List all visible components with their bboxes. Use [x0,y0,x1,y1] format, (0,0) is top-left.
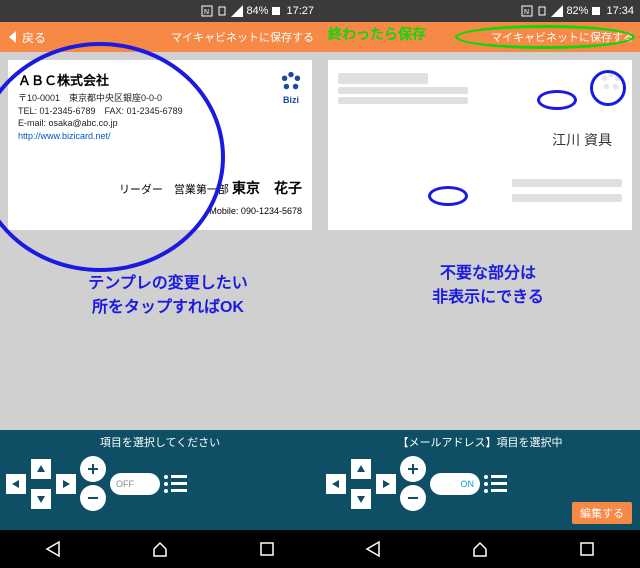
nav-recent-icon[interactable] [258,540,276,558]
person-name: 江川 資具 [552,130,612,150]
dpad [326,459,396,509]
nav-home-icon[interactable] [471,540,489,558]
bizi-logo: Bizi [280,70,302,105]
signal-icon [551,5,563,17]
list-icon[interactable] [484,472,512,496]
battery-text: 84% [246,5,268,17]
nav-bar [320,530,640,568]
panel-label: 【メールアドレス】項目を選択中 [326,434,634,450]
status-bar: N 82% 17:34 [320,0,640,22]
battery-icon [271,5,283,17]
business-card-blurred[interactable]: 江川 資具 [328,60,632,230]
nav-back-icon[interactable] [364,540,382,558]
bottom-panel: 項目を選択してください OFF [0,430,320,530]
caption-line2: 非表示にできる [328,286,640,310]
vibrate-icon [216,5,228,17]
logo-text: Bizi [280,95,302,105]
back-button[interactable]: 戻る [6,29,46,46]
business-card[interactable]: ＡＢＣ株式会社 〒10-0001 東京都中央区銀座0-0-0 TEL: 01-2… [8,60,312,230]
dpad-up[interactable] [351,459,371,479]
toggle-switch[interactable]: OFF [110,473,160,495]
caption-line1: 不要な部分は [328,262,640,286]
mobile: Mobile: 090-1234-5678 [209,206,302,216]
time-text: 17:34 [606,5,634,17]
caption-line2: 所をタップすればOK [8,296,328,320]
dpad-down[interactable] [351,489,371,509]
chevron-left-icon [6,30,20,44]
edit-button[interactable]: 編集する [572,502,632,524]
nfc-icon: N [201,5,213,17]
nav-recent-icon[interactable] [578,540,596,558]
status-bar: N 84% 17:27 [0,0,320,22]
annotation-oval [537,90,577,110]
dpad [6,459,76,509]
battery-text: 82% [566,5,588,17]
tel-fax: TEL: 01-2345-6789 FAX: 01-2345-6789 [18,105,302,118]
app-header: 戻る マイキャビネットに保存する [0,22,320,52]
nav-bar [0,530,320,568]
annotation-caption: テンプレの変更したい 所をタップすればOK [8,272,328,320]
name-line: リーダー 営業第一部 東京 花子 [119,178,302,198]
bizi-logo-faded [600,70,622,97]
url: http://www.bizicard.net/ [18,130,302,143]
company-name: ＡＢＣ株式会社 [18,70,302,89]
annotation-oval [428,186,468,206]
signal-icon [231,5,243,17]
nav-home-icon[interactable] [151,540,169,558]
plus-button[interactable] [80,456,106,482]
svg-text:N: N [204,9,209,16]
toggle-label: OFF [116,479,134,489]
panel-label: 項目を選択してください [6,434,314,450]
toggle-label: ON [461,479,475,489]
back-label: 戻る [22,29,46,46]
dpad-left[interactable] [6,474,26,494]
nfc-icon: N [521,5,533,17]
time-text: 17:27 [286,5,314,17]
email: E-mail: osaka@abc.co.jp [18,117,302,130]
list-icon[interactable] [164,472,192,496]
role: リーダー 営業第一部 [119,184,229,196]
bottom-panel: 【メールアドレス】項目を選択中 ON 編集する [320,430,640,530]
caption-line1: テンプレの変更したい [8,272,328,296]
annotation-caption: 不要な部分は 非表示にできる [328,262,640,310]
save-button[interactable]: マイキャビネットに保存する [171,29,314,45]
plus-button[interactable] [400,456,426,482]
app-header: 終わったら保存 マイキャビネットに保存する [320,22,640,52]
vibrate-icon [536,5,548,17]
address-line: 〒10-0001 東京都中央区銀座0-0-0 [18,92,302,105]
dpad-left[interactable] [326,474,346,494]
minus-button[interactable] [400,485,426,511]
save-button[interactable]: マイキャビネットに保存する [491,29,634,45]
asterisk-icon [280,70,302,92]
dpad-right[interactable] [376,474,396,494]
minus-button[interactable] [80,485,106,511]
toggle-switch[interactable]: ON [430,473,480,495]
dpad-right[interactable] [56,474,76,494]
dpad-down[interactable] [31,489,51,509]
nav-back-icon[interactable] [44,540,62,558]
svg-text:N: N [524,9,529,16]
done-annotation: 終わったら保存 [328,24,426,44]
battery-icon [591,5,603,17]
person-name: 東京 花子 [232,180,302,196]
dpad-up[interactable] [31,459,51,479]
